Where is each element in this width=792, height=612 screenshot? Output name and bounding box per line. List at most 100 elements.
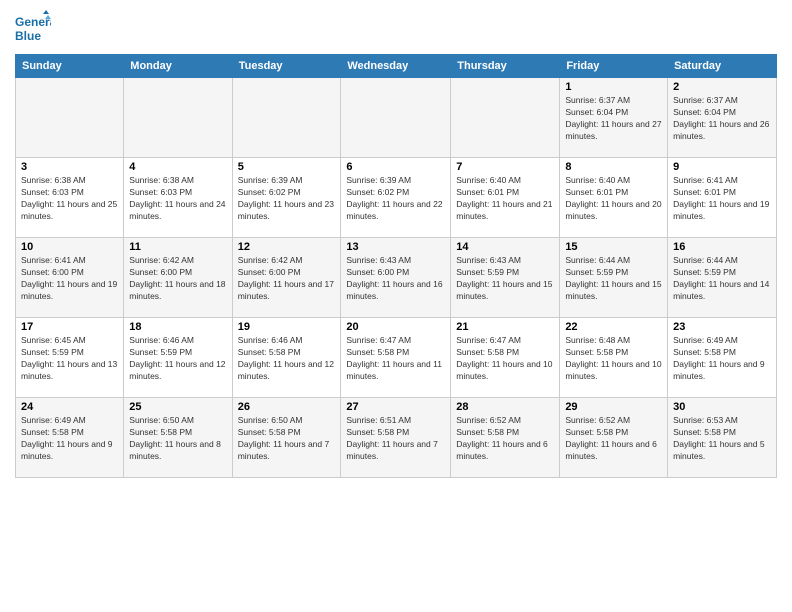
day-info: Sunrise: 6:39 AMSunset: 6:02 PMDaylight:… <box>238 175 336 223</box>
day-info: Sunrise: 6:49 AMSunset: 5:58 PMDaylight:… <box>21 415 118 463</box>
calendar-cell: 5 Sunrise: 6:39 AMSunset: 6:02 PMDaylight… <box>232 158 341 238</box>
calendar-cell: 18Sunrise: 6:46 AMSunset: 5:59 PMDayligh… <box>124 318 232 398</box>
day-number: 12 <box>238 241 336 253</box>
calendar-cell: 28 Sunrise: 6:52 AMSunset: 5:58 PMDayligh… <box>451 398 560 478</box>
calendar-cell <box>124 78 232 158</box>
calendar-cell: 26 Sunrise: 6:50 AMSunset: 5:58 PMDayligh… <box>232 398 341 478</box>
calendar-cell: 23Sunrise: 6:49 AMSunset: 5:58 PMDayligh… <box>668 318 777 398</box>
day-number: 4 <box>129 161 226 173</box>
logo: General Blue <box>15 10 51 46</box>
calendar-cell: 24 Sunrise: 6:49 AMSunset: 5:58 PMDayligh… <box>16 398 124 478</box>
calendar-cell: 16 Sunrise: 6:44 AMSunset: 5:59 PMDayligh… <box>668 238 777 318</box>
day-info: Sunrise: 6:51 AMSunset: 5:58 PMDaylight:… <box>346 415 445 463</box>
svg-text:Blue: Blue <box>15 29 41 43</box>
day-number: 18 <box>129 321 226 333</box>
calendar-cell <box>232 78 341 158</box>
calendar-cell: 17Sunrise: 6:45 AMSunset: 5:59 PMDayligh… <box>16 318 124 398</box>
weekday-header-saturday: Saturday <box>668 55 777 78</box>
calendar-week-4: 17Sunrise: 6:45 AMSunset: 5:59 PMDayligh… <box>16 318 777 398</box>
day-info: Sunrise: 6:43 AMSunset: 5:59 PMDaylight:… <box>456 255 554 303</box>
day-number: 2 <box>673 81 771 93</box>
day-info: Sunrise: 6:44 AMSunset: 5:59 PMDaylight:… <box>673 255 771 303</box>
weekday-header-tuesday: Tuesday <box>232 55 341 78</box>
calendar-cell: 12Sunrise: 6:42 AMSunset: 6:00 PMDayligh… <box>232 238 341 318</box>
calendar-cell: 25 Sunrise: 6:50 AMSunset: 5:58 PMDayligh… <box>124 398 232 478</box>
day-info: Sunrise: 6:52 AMSunset: 5:58 PMDaylight:… <box>456 415 554 463</box>
day-info: Sunrise: 6:40 AMSunset: 6:01 PMDaylight:… <box>456 175 554 223</box>
svg-text:General: General <box>15 15 51 29</box>
weekday-header-wednesday: Wednesday <box>341 55 451 78</box>
day-info: Sunrise: 6:45 AMSunset: 5:59 PMDaylight:… <box>21 335 118 383</box>
header: General Blue <box>15 10 777 46</box>
calendar-cell: 1 Sunrise: 6:37 AMSunset: 6:04 PMDaylight… <box>560 78 668 158</box>
day-info: Sunrise: 6:50 AMSunset: 5:58 PMDaylight:… <box>238 415 336 463</box>
day-info: Sunrise: 6:37 AMSunset: 6:04 PMDaylight:… <box>565 95 662 143</box>
calendar-cell: 9Sunrise: 6:41 AMSunset: 6:01 PMDaylight… <box>668 158 777 238</box>
calendar-week-5: 24 Sunrise: 6:49 AMSunset: 5:58 PMDayligh… <box>16 398 777 478</box>
day-number: 19 <box>238 321 336 333</box>
weekday-header-thursday: Thursday <box>451 55 560 78</box>
day-number: 13 <box>346 241 445 253</box>
calendar-cell: 4 Sunrise: 6:38 AMSunset: 6:03 PMDaylight… <box>124 158 232 238</box>
calendar-cell: 19 Sunrise: 6:46 AMSunset: 5:58 PMDayligh… <box>232 318 341 398</box>
calendar-week-2: 3 Sunrise: 6:38 AMSunset: 6:03 PMDaylight… <box>16 158 777 238</box>
day-number: 20 <box>346 321 445 333</box>
day-info: Sunrise: 6:52 AMSunset: 5:58 PMDaylight:… <box>565 415 662 463</box>
calendar-cell <box>451 78 560 158</box>
day-info: Sunrise: 6:37 AMSunset: 6:04 PMDaylight:… <box>673 95 771 143</box>
day-info: Sunrise: 6:49 AMSunset: 5:58 PMDaylight:… <box>673 335 771 383</box>
calendar-cell <box>16 78 124 158</box>
calendar-cell: 8 Sunrise: 6:40 AMSunset: 6:01 PMDaylight… <box>560 158 668 238</box>
day-info: Sunrise: 6:38 AMSunset: 6:03 PMDaylight:… <box>129 175 226 223</box>
calendar-cell <box>341 78 451 158</box>
day-number: 29 <box>565 401 662 413</box>
day-number: 16 <box>673 241 771 253</box>
day-number: 7 <box>456 161 554 173</box>
day-info: Sunrise: 6:47 AMSunset: 5:58 PMDaylight:… <box>346 335 445 383</box>
calendar-header: SundayMondayTuesdayWednesdayThursdayFrid… <box>16 55 777 78</box>
day-number: 26 <box>238 401 336 413</box>
day-info: Sunrise: 6:42 AMSunset: 6:00 PMDaylight:… <box>129 255 226 303</box>
day-number: 10 <box>21 241 118 253</box>
weekday-header-monday: Monday <box>124 55 232 78</box>
logo-svg: General Blue <box>15 10 51 46</box>
day-number: 14 <box>456 241 554 253</box>
day-number: 5 <box>238 161 336 173</box>
day-number: 3 <box>21 161 118 173</box>
day-info: Sunrise: 6:50 AMSunset: 5:58 PMDaylight:… <box>129 415 226 463</box>
calendar-cell: 21Sunrise: 6:47 AMSunset: 5:58 PMDayligh… <box>451 318 560 398</box>
day-number: 30 <box>673 401 771 413</box>
calendar-cell: 10 Sunrise: 6:41 AMSunset: 6:00 PMDayligh… <box>16 238 124 318</box>
day-number: 24 <box>21 401 118 413</box>
day-info: Sunrise: 6:43 AMSunset: 6:00 PMDaylight:… <box>346 255 445 303</box>
day-info: Sunrise: 6:41 AMSunset: 6:00 PMDaylight:… <box>21 255 118 303</box>
page: General Blue SundayMondayTuesdayWednesda… <box>0 0 792 612</box>
day-info: Sunrise: 6:40 AMSunset: 6:01 PMDaylight:… <box>565 175 662 223</box>
day-info: Sunrise: 6:41 AMSunset: 6:01 PMDaylight:… <box>673 175 771 223</box>
calendar: SundayMondayTuesdayWednesdayThursdayFrid… <box>15 54 777 478</box>
day-number: 28 <box>456 401 554 413</box>
calendar-cell: 6 Sunrise: 6:39 AMSunset: 6:02 PMDaylight… <box>341 158 451 238</box>
day-number: 22 <box>565 321 662 333</box>
day-number: 25 <box>129 401 226 413</box>
calendar-week-1: 1 Sunrise: 6:37 AMSunset: 6:04 PMDaylight… <box>16 78 777 158</box>
calendar-cell: 20 Sunrise: 6:47 AMSunset: 5:58 PMDayligh… <box>341 318 451 398</box>
weekday-header-friday: Friday <box>560 55 668 78</box>
calendar-cell: 27 Sunrise: 6:51 AMSunset: 5:58 PMDayligh… <box>341 398 451 478</box>
calendar-cell: 13 Sunrise: 6:43 AMSunset: 6:00 PMDayligh… <box>341 238 451 318</box>
day-number: 8 <box>565 161 662 173</box>
day-info: Sunrise: 6:46 AMSunset: 5:58 PMDaylight:… <box>238 335 336 383</box>
calendar-cell: 30Sunrise: 6:53 AMSunset: 5:58 PMDayligh… <box>668 398 777 478</box>
calendar-cell: 22 Sunrise: 6:48 AMSunset: 5:58 PMDayligh… <box>560 318 668 398</box>
day-info: Sunrise: 6:38 AMSunset: 6:03 PMDaylight:… <box>21 175 118 223</box>
calendar-cell: 3 Sunrise: 6:38 AMSunset: 6:03 PMDaylight… <box>16 158 124 238</box>
calendar-cell: 15Sunrise: 6:44 AMSunset: 5:59 PMDayligh… <box>560 238 668 318</box>
day-info: Sunrise: 6:44 AMSunset: 5:59 PMDaylight:… <box>565 255 662 303</box>
day-info: Sunrise: 6:39 AMSunset: 6:02 PMDaylight:… <box>346 175 445 223</box>
day-number: 1 <box>565 81 662 93</box>
calendar-cell: 7 Sunrise: 6:40 AMSunset: 6:01 PMDaylight… <box>451 158 560 238</box>
weekday-header-row: SundayMondayTuesdayWednesdayThursdayFrid… <box>16 55 777 78</box>
day-number: 27 <box>346 401 445 413</box>
day-info: Sunrise: 6:48 AMSunset: 5:58 PMDaylight:… <box>565 335 662 383</box>
day-number: 6 <box>346 161 445 173</box>
